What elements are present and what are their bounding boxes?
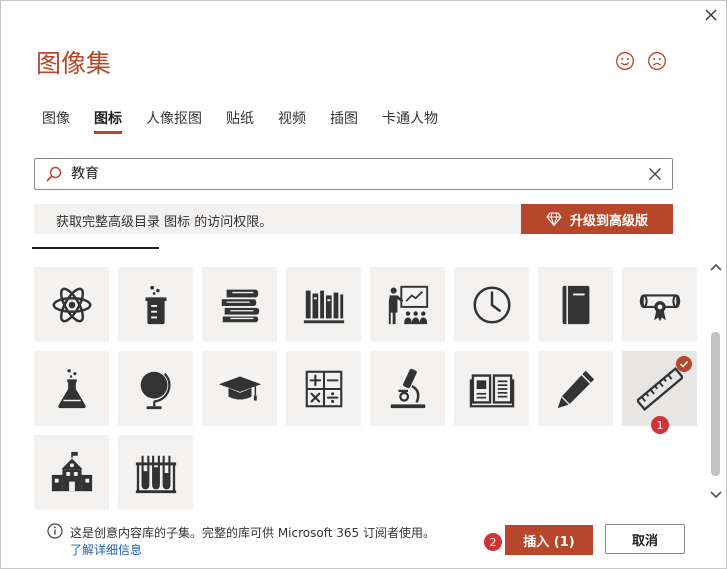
diploma-icon [639,293,680,321]
search-icon [46,166,62,182]
upgrade-button[interactable]: 升级到高级版 [521,204,673,234]
flask-icon [57,368,86,408]
icon-tile-atom[interactable] [34,267,109,342]
microscope-icon [390,368,425,408]
tab-cutout-people[interactable]: 人像抠图 [146,108,202,128]
globe-icon [140,371,171,409]
icon-tile-classroom[interactable] [370,267,445,342]
tab-videos[interactable]: 视频 [278,108,306,128]
upgrade-label: 升级到高级版 [569,213,648,229]
dialog-title: 图像集 [36,49,112,78]
icon-tile-flask[interactable] [34,351,109,426]
icon-tile-open-book[interactable] [454,351,529,426]
icon-tile-test-tubes[interactable] [118,435,193,510]
icon-tile-calculator[interactable] [286,351,361,426]
insert-button[interactable]: 插入 (1) [505,525,593,555]
step-badge-2: 2 [484,533,502,551]
tab-stickers[interactable]: 贴纸 [226,108,254,128]
icon-tile-diploma[interactable] [622,267,697,342]
diamond-icon [546,212,562,227]
icon-grid-scrollbar[interactable] [708,260,724,504]
bookshelf-icon [303,290,344,323]
frown-icon [648,52,666,70]
icon-tile-clock[interactable] [454,267,529,342]
ruler-icon [636,366,683,411]
premium-banner-text: 获取完整高级目录 图标 的访问权限。 [56,215,273,230]
close-button[interactable] [700,4,722,26]
icon-tile-pencil[interactable] [538,351,613,426]
open-book-icon [469,373,514,407]
beaker-icon [144,285,167,324]
icon-tile-globe[interactable] [118,351,193,426]
close-icon [705,9,717,21]
image-collection-dialog [0,0,727,569]
test-tubes-icon [135,455,176,493]
school-icon [51,451,92,491]
learn-more-link[interactable]: 了解详细信息 [70,541,142,558]
clock-icon [473,286,510,323]
smile-icon [616,52,634,70]
icon-tile-school[interactable] [34,435,109,510]
premium-banner: 获取完整高级目录 图标 的访问权限。 升级到高级版 [34,204,673,234]
feedback-smile-button[interactable] [615,51,635,71]
tab-icons[interactable]: 图标 [94,108,122,134]
calculator-icon [305,370,342,407]
icon-tile-ruler[interactable] [622,351,697,426]
atom-icon [52,287,91,322]
cancel-button[interactable]: 取消 [605,524,685,554]
icon-tile-books-stack[interactable] [202,267,277,342]
icon-tile-microscope[interactable] [370,351,445,426]
icon-tile-notebook[interactable] [538,267,613,342]
icon-tile-bookshelf[interactable] [286,267,361,342]
scroll-up-icon[interactable] [708,260,724,276]
clear-search-icon[interactable] [646,165,664,183]
progress-indicator [32,247,159,249]
tab-images[interactable]: 图像 [42,108,70,128]
search-box [34,158,673,190]
tab-illustrations[interactable]: 插图 [330,108,358,128]
icon-tile-beaker[interactable] [118,267,193,342]
scroll-thumb[interactable] [711,332,720,476]
selected-check-badge [676,356,692,372]
scroll-down-icon[interactable] [708,486,724,502]
pencil-icon [557,370,594,408]
info-icon [47,523,63,539]
books-stack-icon [221,289,259,322]
active-tab-indicator [94,131,122,134]
classroom-teacher-icon [388,285,428,324]
feedback-frown-button[interactable] [647,51,667,71]
icon-tile-graduation-cap[interactable] [202,351,277,426]
search-input[interactable] [71,163,631,183]
graduation-cap-icon [218,376,261,400]
subset-info-text: 这是创意内容库的子集。完整的库可供 Microsoft 365 订阅者使用。 [70,526,435,540]
tab-cartoon-people[interactable]: 卡通人物 [382,108,438,128]
notebook-icon [562,285,589,324]
step-badge-1: 1 [651,416,669,434]
checkmark-icon [679,360,689,368]
